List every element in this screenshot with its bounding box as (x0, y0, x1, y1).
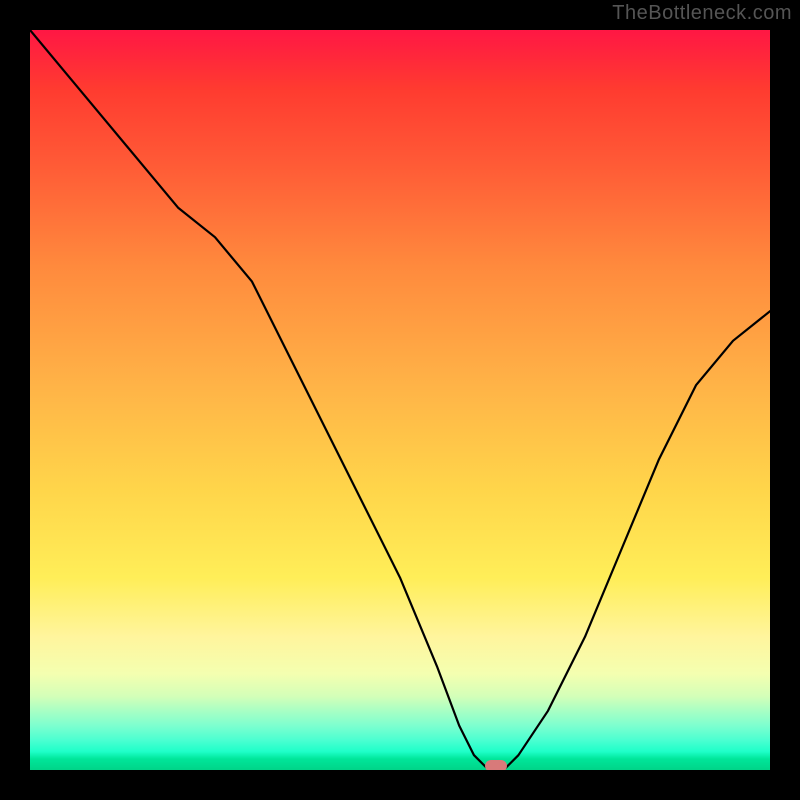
watermark-text: TheBottleneck.com (612, 2, 792, 25)
plot-area (30, 30, 770, 770)
chart-frame: TheBottleneck.com (0, 0, 800, 800)
optimum-marker (485, 760, 507, 770)
bottleneck-curve (30, 30, 770, 770)
